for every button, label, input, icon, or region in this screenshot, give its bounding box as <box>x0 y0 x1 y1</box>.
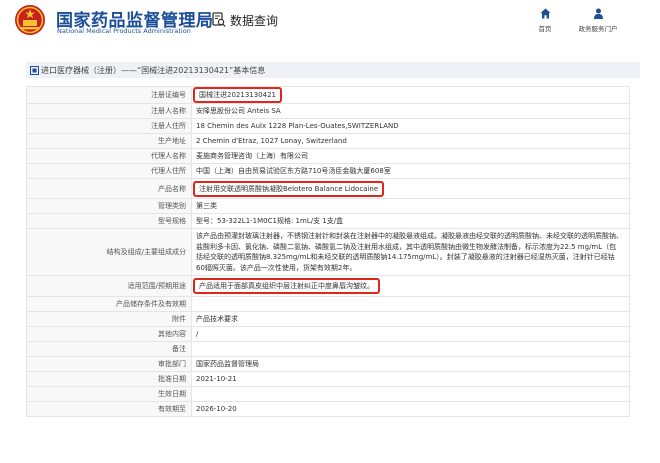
field-value-cell-category: 第三类 <box>191 198 630 214</box>
field-value-reg-no: 国械注进20213130421 <box>193 87 282 103</box>
table-row-model-spec: 型号规格 型号：53-322L1-1M0C1规格: 1mL/支 1支/盒 <box>26 213 630 229</box>
field-value-cell-registrant-address: 18 Chemin des Aulx 1228 Plan-Les-Ouates,… <box>191 118 630 134</box>
field-value-approval-date: 2021-10-21 <box>196 375 237 383</box>
field-value-cell-approval-dept: 国家药品监督管理局 <box>191 356 630 372</box>
field-label-registrant-name: 注册人名称 <box>26 103 192 119</box>
home-icon <box>540 8 550 19</box>
location-icon <box>30 65 39 75</box>
site-header: 国家药品监督管理局 National Medical Products Admi… <box>0 0 660 44</box>
breadcrumb: 进口医疗器械（注册）——“国械注进20213130421”基本信息 <box>26 62 640 78</box>
field-label-registrant-address: 注册人住所 <box>26 118 192 134</box>
field-label-production-address: 生产地址 <box>26 133 192 149</box>
national-emblem-icon <box>15 5 45 35</box>
field-label-other: 其他内容 <box>26 326 192 342</box>
field-value-attachment: 产品技术要求 <box>196 315 238 323</box>
field-value-cell-attachment: 产品技术要求 <box>191 311 630 327</box>
table-row-composition: 结构及组成/主要组成成分 该产品由预灌封玻璃注射器，不锈钢注射针和封装在注射器中的… <box>26 228 630 276</box>
data-query-label: 数据查询 <box>230 13 279 28</box>
field-value-registrant-address: 18 Chemin des Aulx 1228 Plan-Les-Ouates,… <box>196 122 399 130</box>
field-value-cell-product-name: 注射用交联透明质酸钠凝胶Belotero Balance Lidocaine <box>191 178 630 199</box>
table-row-registrant-address: 注册人住所 18 Chemin des Aulx 1228 Plan-Les-Ou… <box>26 118 630 134</box>
nav-service-portal[interactable]: 政务服务门户 <box>572 8 624 33</box>
field-label-remarks: 备注 <box>26 341 192 357</box>
field-label-effective-date: 生效日期 <box>26 386 192 402</box>
field-value-cell-intended-use: 产品适用于面部真皮组织中层注射纠正中度鼻唇沟皱纹。 <box>191 275 630 297</box>
field-value-cell-storage <box>191 296 630 312</box>
field-value-cell-agent-name: 麦施商务管理咨询（上海）有限公司 <box>191 148 630 164</box>
field-value-other: / <box>196 330 199 338</box>
table-row-agent-name: 代理人名称 麦施商务管理咨询（上海）有限公司 <box>26 148 630 164</box>
device-info-table: 注册证编号 国械注进20213130421 注册人名称 安降思股份公司 Anteis … <box>26 86 630 417</box>
field-value-composition: 该产品由预灌封玻璃注射器，不锈钢注射针和封装在注射器中的凝胶悬液组成。凝胶悬液由… <box>196 232 623 272</box>
table-row-category: 管理类别 第三类 <box>26 198 630 214</box>
table-row-production-address: 生产地址 2 Chemin d'Etraz, 1027 Lonay, Switze… <box>26 133 630 149</box>
nav-home[interactable]: 首页 <box>530 8 560 33</box>
table-row-expiry-date: 有效期至 2026-10-20 <box>26 401 630 417</box>
field-label-attachment: 附件 <box>26 311 192 327</box>
breadcrumb-text: 进口医疗器械（注册）——“国械注进20213130421”基本信息 <box>41 65 266 75</box>
field-value-cell-registrant-name: 安降思股份公司 Anteis SA <box>191 103 630 119</box>
field-label-approval-dept: 审批部门 <box>26 356 192 372</box>
field-label-intended-use: 适用范围/预期用途 <box>26 275 192 297</box>
field-value-cell-effective-date <box>191 386 630 402</box>
field-value-agent-address: 中国（上海）自由贸易试验区东方路710号汤臣金融大厦608室 <box>196 167 391 175</box>
table-row-remarks: 备注 <box>26 341 630 357</box>
field-label-composition: 结构及组成/主要组成成分 <box>26 228 192 276</box>
field-value-cell-agent-address: 中国（上海）自由贸易试验区东方路710号汤臣金融大厦608室 <box>191 163 630 179</box>
field-label-reg-no: 注册证编号 <box>26 86 192 104</box>
field-label-agent-address: 代理人住所 <box>26 163 192 179</box>
field-label-model-spec: 型号规格 <box>26 213 192 229</box>
table-row-storage: 产品储存条件及有效期 <box>26 296 630 312</box>
field-value-product-name: 注射用交联透明质酸钠凝胶Belotero Balance Lidocaine <box>193 180 385 197</box>
field-label-agent-name: 代理人名称 <box>26 148 192 164</box>
field-value-production-address: 2 Chemin d'Etraz, 1027 Lonay, Switzerlan… <box>196 137 347 145</box>
field-value-model-spec: 型号：53-322L1-1M0C1规格: 1mL/支 1支/盒 <box>196 217 344 225</box>
field-label-expiry-date: 有效期至 <box>26 401 192 417</box>
table-row-approval-date: 批准日期 2021-10-21 <box>26 371 630 387</box>
table-row-approval-dept: 审批部门 国家药品监督管理局 <box>26 356 630 372</box>
field-label-storage: 产品储存条件及有效期 <box>26 296 192 312</box>
table-row-attachment: 附件 产品技术要求 <box>26 311 630 327</box>
nav-home-label: 首页 <box>538 25 552 33</box>
search-document-icon <box>212 12 226 27</box>
field-value-cell-other: / <box>191 326 630 342</box>
table-row-other: 其他内容 / <box>26 326 630 342</box>
table-row-agent-address: 代理人住所 中国（上海）自由贸易试验区东方路710号汤臣金融大厦608室 <box>26 163 630 179</box>
field-value-intended-use: 产品适用于面部真皮组织中层注射纠正中度鼻唇沟皱纹。 <box>193 278 380 294</box>
device-info-rows: 注册证编号 国械注进20213130421 注册人名称 安降思股份公司 Anteis … <box>26 86 630 417</box>
table-row-intended-use: 适用范围/预期用途 产品适用于面部真皮组织中层注射纠正中度鼻唇沟皱纹。 <box>26 275 630 297</box>
org-name-en: National Medical Products Administration <box>57 27 191 35</box>
data-query-title: 数据查询 <box>212 10 278 30</box>
field-value-cell-composition: 该产品由预灌封玻璃注射器，不锈钢注射针和封装在注射器中的凝胶悬液组成。凝胶悬液由… <box>191 228 630 276</box>
field-label-category: 管理类别 <box>26 198 192 214</box>
field-value-cell-expiry-date: 2026-10-20 <box>191 401 630 417</box>
table-row-product-name: 产品名称 注射用交联透明质酸钠凝胶Belotero Balance Lidocai… <box>26 178 630 199</box>
field-value-expiry-date: 2026-10-20 <box>196 405 237 413</box>
field-value-approval-dept: 国家药品监督管理局 <box>196 360 259 368</box>
field-value-cell-model-spec: 型号：53-322L1-1M0C1规格: 1mL/支 1支/盒 <box>191 213 630 229</box>
field-value-registrant-name: 安降思股份公司 Anteis SA <box>196 107 281 115</box>
field-label-product-name: 产品名称 <box>26 178 192 199</box>
field-value-cell-remarks <box>191 341 630 357</box>
table-row-registrant-name: 注册人名称 安降思股份公司 Anteis SA <box>26 103 630 119</box>
field-value-cell-reg-no: 国械注进20213130421 <box>191 86 630 104</box>
field-value-cell-production-address: 2 Chemin d'Etraz, 1027 Lonay, Switzerlan… <box>191 133 630 149</box>
table-row-reg-no: 注册证编号 国械注进20213130421 <box>26 86 630 104</box>
table-row-effective-date: 生效日期 <box>26 386 630 402</box>
field-label-approval-date: 批准日期 <box>26 371 192 387</box>
field-value-cell-approval-date: 2021-10-21 <box>191 371 630 387</box>
nav-service-portal-label: 政务服务门户 <box>578 25 618 33</box>
field-value-agent-name: 麦施商务管理咨询（上海）有限公司 <box>196 152 308 160</box>
user-icon <box>593 8 603 19</box>
field-value-category: 第三类 <box>196 202 217 210</box>
